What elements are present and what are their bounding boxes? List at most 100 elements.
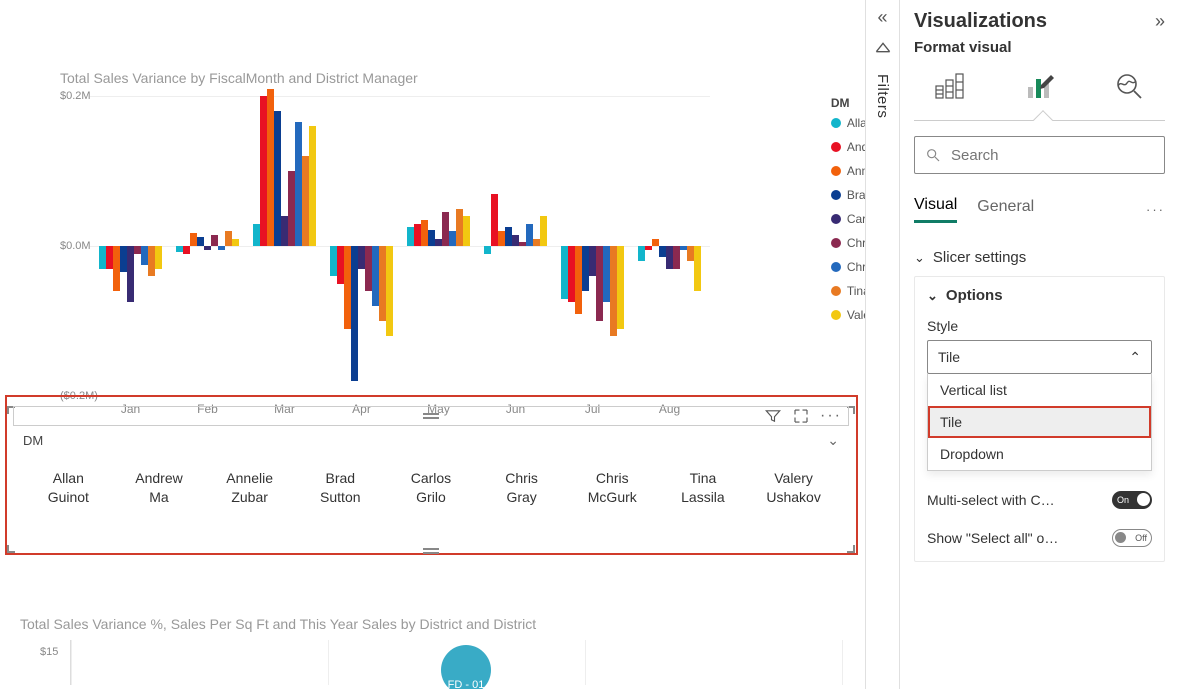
bar[interactable] bbox=[204, 246, 211, 250]
bar[interactable] bbox=[407, 227, 414, 246]
search-field[interactable] bbox=[949, 146, 1154, 165]
bar[interactable] bbox=[386, 246, 393, 336]
analytics-icon[interactable] bbox=[1111, 68, 1147, 104]
bar[interactable] bbox=[351, 246, 358, 381]
style-option-vertical-list[interactable]: Vertical list bbox=[928, 374, 1151, 406]
slicer-visual[interactable]: ··· DM ⌄ AllanGuinotAndrewMaAnnelieZubar… bbox=[7, 406, 855, 553]
more-options-icon[interactable]: ··· bbox=[820, 407, 842, 425]
section-options[interactable]: ⌄ Options bbox=[927, 287, 1152, 304]
bar[interactable] bbox=[575, 246, 582, 314]
bar[interactable] bbox=[519, 242, 526, 246]
bar[interactable] bbox=[673, 246, 680, 269]
filters-pane-collapsed[interactable]: « Filters bbox=[865, 0, 899, 689]
bar[interactable] bbox=[421, 220, 428, 246]
bar[interactable] bbox=[99, 246, 106, 269]
bar[interactable] bbox=[176, 246, 183, 252]
legend-item[interactable]: Allan Guinot bbox=[831, 116, 865, 130]
bar[interactable] bbox=[372, 246, 379, 306]
bar[interactable] bbox=[428, 230, 435, 247]
bar[interactable] bbox=[414, 224, 421, 247]
bar[interactable] bbox=[596, 246, 603, 321]
slicer-tile[interactable]: ValeryUshakov bbox=[752, 469, 836, 507]
bar[interactable] bbox=[603, 246, 610, 302]
bar[interactable] bbox=[106, 246, 113, 269]
legend-item[interactable]: Andrew Ma bbox=[831, 140, 865, 154]
slicer-tile[interactable]: BradSutton bbox=[298, 469, 382, 507]
section-slicer-settings[interactable]: ⌄ Slicer settings bbox=[914, 249, 1165, 266]
selectall-toggle[interactable]: Off bbox=[1112, 529, 1152, 547]
legend-item[interactable]: Chris Gray bbox=[831, 236, 865, 250]
bar[interactable] bbox=[225, 231, 232, 246]
bar[interactable] bbox=[638, 246, 645, 261]
bar[interactable] bbox=[281, 216, 288, 246]
bar[interactable] bbox=[680, 246, 687, 250]
chart2[interactable]: FD - 01 bbox=[70, 640, 850, 685]
tab-visual[interactable]: Visual bbox=[914, 196, 957, 223]
bar[interactable] bbox=[652, 239, 659, 247]
slicer-tile[interactable]: AndrewMa bbox=[117, 469, 201, 507]
bar[interactable] bbox=[666, 246, 673, 269]
bar[interactable] bbox=[610, 246, 617, 336]
legend-item[interactable]: Annelie Zubar bbox=[831, 164, 865, 178]
legend-item[interactable]: Valery Ushakov bbox=[831, 308, 865, 322]
bar[interactable] bbox=[127, 246, 134, 302]
bar[interactable] bbox=[330, 246, 337, 276]
bar[interactable] bbox=[190, 233, 197, 247]
tab-more-icon[interactable]: ··· bbox=[1146, 202, 1165, 217]
bar[interactable] bbox=[288, 171, 295, 246]
bar[interactable] bbox=[197, 237, 204, 246]
bar[interactable] bbox=[141, 246, 148, 265]
bar[interactable] bbox=[463, 216, 470, 246]
drag-grip-icon[interactable] bbox=[423, 548, 439, 554]
bar[interactable] bbox=[442, 212, 449, 246]
bar[interactable] bbox=[540, 216, 547, 246]
build-visual-icon[interactable] bbox=[932, 68, 968, 104]
bar[interactable] bbox=[491, 194, 498, 247]
bar[interactable] bbox=[309, 126, 316, 246]
drag-grip-icon[interactable] bbox=[423, 413, 439, 419]
bar[interactable] bbox=[435, 239, 442, 247]
bar[interactable] bbox=[134, 246, 141, 254]
focus-mode-icon[interactable] bbox=[792, 407, 810, 425]
style-option-tile[interactable]: Tile bbox=[928, 406, 1151, 438]
bar[interactable] bbox=[617, 246, 624, 329]
bubble-fd01[interactable]: FD - 01 bbox=[441, 645, 491, 689]
bar[interactable] bbox=[218, 246, 225, 250]
bar[interactable] bbox=[113, 246, 120, 291]
legend-item[interactable]: Tina Lassila bbox=[831, 284, 865, 298]
slicer-tile[interactable]: ChrisGray bbox=[480, 469, 564, 507]
bar[interactable] bbox=[512, 235, 519, 246]
bar[interactable] bbox=[449, 231, 456, 246]
tab-general[interactable]: General bbox=[977, 198, 1034, 222]
bar[interactable] bbox=[645, 246, 652, 250]
search-input[interactable] bbox=[914, 136, 1165, 174]
bar[interactable] bbox=[148, 246, 155, 276]
bar[interactable] bbox=[456, 209, 463, 247]
bar[interactable] bbox=[155, 246, 162, 269]
bar[interactable] bbox=[302, 156, 309, 246]
expand-icon[interactable]: » bbox=[1155, 11, 1165, 32]
bar[interactable] bbox=[505, 227, 512, 246]
legend-item[interactable]: Brad Sutton bbox=[831, 188, 865, 202]
bar[interactable] bbox=[337, 246, 344, 284]
collapse-icon[interactable]: « bbox=[877, 8, 887, 26]
bar[interactable] bbox=[183, 246, 190, 254]
bar[interactable] bbox=[358, 246, 365, 269]
bar[interactable] bbox=[260, 96, 267, 246]
chart1[interactable]: $0.2M$0.0M($0.2M)JanFebMarAprMayJunJulAu… bbox=[60, 96, 840, 396]
legend-item[interactable]: Carlos Grilo bbox=[831, 212, 865, 226]
bar[interactable] bbox=[344, 246, 351, 329]
bar[interactable] bbox=[295, 122, 302, 246]
style-select[interactable]: Tile ⌃ bbox=[927, 340, 1152, 374]
chevron-down-icon[interactable]: ⌄ bbox=[827, 432, 839, 449]
bar[interactable] bbox=[484, 246, 491, 254]
bar[interactable] bbox=[267, 89, 274, 247]
bar[interactable] bbox=[589, 246, 596, 276]
bar[interactable] bbox=[498, 231, 505, 246]
bar[interactable] bbox=[526, 224, 533, 247]
filter-icon[interactable] bbox=[764, 407, 782, 425]
bar[interactable] bbox=[561, 246, 568, 299]
slicer-tile[interactable]: AllanGuinot bbox=[26, 469, 110, 507]
slicer-tile[interactable]: ChrisMcGurk bbox=[570, 469, 654, 507]
bar[interactable] bbox=[694, 246, 701, 291]
